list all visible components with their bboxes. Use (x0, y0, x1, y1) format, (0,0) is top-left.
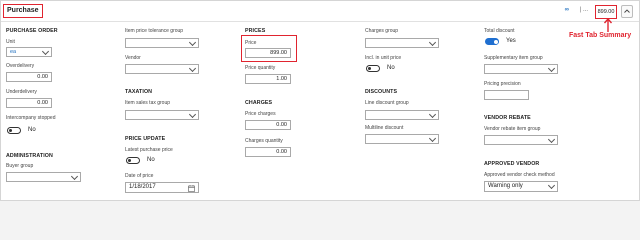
chevron-down-icon (547, 181, 556, 190)
purchase-fasttab: Purchase ∞ | ... 899.00 Fast Tab Summary… (0, 0, 640, 201)
fast-tab-summary-callout: Fast Tab Summary (569, 32, 632, 39)
charges-group-dropdown[interactable] (365, 38, 439, 48)
multiline-discount-dropdown[interactable] (365, 134, 439, 144)
chevron-down-icon (188, 38, 197, 47)
purchase-order-heading: PURCHASE ORDER (6, 28, 58, 34)
toggle-knob (493, 39, 498, 44)
underdelivery-input[interactable]: 0.00 (6, 98, 52, 108)
incl-unit-price-value: No (387, 65, 395, 71)
multiline-discount-label: Multiline discount (365, 125, 404, 131)
taxation-heading: TAXATION (125, 89, 153, 95)
tolerance-group-dropdown[interactable] (125, 38, 199, 48)
chevron-up-icon (624, 9, 630, 13)
fasttab-summary-value: 899.00 (595, 5, 617, 19)
approved-check-method-value: Warning only (488, 183, 523, 189)
latest-price-label: Latest purchase price (125, 147, 173, 153)
fasttab-header[interactable]: Purchase ∞ | ... 899.00 (1, 1, 639, 22)
line-discount-group-label: Line discount group (365, 100, 409, 106)
line-discount-group-dropdown[interactable] (365, 110, 439, 120)
price-label: Price (245, 40, 257, 46)
total-discount-label: Total discount (484, 28, 515, 34)
charges-quantity-input[interactable]: 0.00 (245, 147, 291, 157)
price-quantity-label: Price quantity (245, 65, 276, 71)
charges-group-label: Charges group (365, 28, 399, 34)
calendar-icon[interactable] (188, 184, 195, 192)
discounts-heading: DISCOUNTS (365, 89, 398, 95)
toggle-knob (128, 159, 131, 162)
chevron-down-icon (70, 172, 79, 181)
unit-value: ea (10, 49, 17, 55)
more-options-icon[interactable]: ... (583, 7, 588, 13)
latest-price-toggle[interactable] (126, 157, 140, 164)
chevron-down-icon (188, 110, 197, 119)
prices-heading: PRICES (245, 28, 266, 34)
collapse-button[interactable] (621, 5, 633, 18)
chevron-down-icon (188, 64, 197, 73)
price-charges-input[interactable]: 0.00 (245, 120, 291, 130)
total-discount-value: Yes (506, 38, 516, 44)
chevron-down-icon (547, 64, 556, 73)
callout-arrow-icon (603, 18, 613, 32)
intercompany-stopped-toggle[interactable] (7, 127, 21, 134)
toggle-knob (9, 129, 12, 132)
vendor-rebate-heading: VENDOR REBATE (484, 115, 531, 121)
date-of-price-label: Date of price (125, 173, 154, 179)
intercompany-stopped-value: No (28, 127, 36, 133)
chevron-down-icon (547, 135, 556, 144)
approved-vendor-heading: APPROVED VENDOR (484, 161, 540, 167)
price-update-heading: PRICE UPDATE (125, 136, 166, 142)
vendor-rebate-group-label: Vendor rebate item group (484, 126, 541, 132)
approved-check-method-label: Approved vendor check method (484, 172, 555, 178)
price-quantity-input[interactable]: 1.00 (245, 74, 291, 84)
chevron-down-icon (428, 110, 437, 119)
incl-unit-price-label: Incl. in unit price (365, 55, 402, 61)
chevron-down-icon (41, 47, 50, 56)
vendor-rebate-group-dropdown[interactable] (484, 135, 558, 145)
overdelivery-label: Overdelivery (6, 63, 35, 69)
total-discount-toggle[interactable] (485, 38, 499, 45)
unit-label: Unit (6, 39, 15, 45)
charges-heading: CHARGES (245, 100, 273, 106)
supplementary-item-group-label: Supplementary item group (484, 55, 543, 61)
date-of-price-value: 1/18/2017 (129, 184, 156, 190)
intercompany-stopped-label: Intercompany stopped (6, 115, 56, 121)
price-input[interactable]: 899.00 (245, 48, 291, 58)
link-icon[interactable]: ∞ (565, 7, 569, 13)
price-charges-label: Price charges (245, 111, 276, 117)
pricing-precision-label: Pricing precision (484, 81, 521, 87)
buyer-group-dropdown[interactable] (6, 172, 81, 182)
pricing-precision-input[interactable] (484, 90, 529, 100)
incl-unit-price-toggle[interactable] (366, 65, 380, 72)
buyer-group-label: Buyer group (6, 163, 34, 169)
chevron-down-icon (428, 38, 437, 47)
approved-check-method-dropdown[interactable]: Warning only (484, 181, 558, 192)
unit-dropdown[interactable]: ea (6, 47, 52, 57)
underdelivery-label: Underdelivery (6, 89, 37, 95)
chevron-down-icon (428, 134, 437, 143)
toggle-knob (368, 67, 371, 70)
fasttab-title[interactable]: Purchase (3, 4, 43, 18)
tolerance-group-label: Item price tolerance group (125, 28, 184, 34)
latest-price-value: No (147, 157, 155, 163)
vendor-label: Vendor (125, 55, 141, 61)
charges-quantity-label: Charges quantity (245, 138, 283, 144)
overdelivery-input[interactable]: 0.00 (6, 72, 52, 82)
supplementary-item-group-dropdown[interactable] (484, 64, 558, 74)
date-of-price-input[interactable]: 1/18/2017 (125, 182, 199, 193)
header-separator: | (579, 7, 581, 13)
sales-tax-group-dropdown[interactable] (125, 110, 199, 120)
administration-heading: ADMINISTRATION (6, 153, 53, 159)
vendor-dropdown[interactable] (125, 64, 199, 74)
sales-tax-group-label: Item sales tax group (125, 100, 171, 106)
